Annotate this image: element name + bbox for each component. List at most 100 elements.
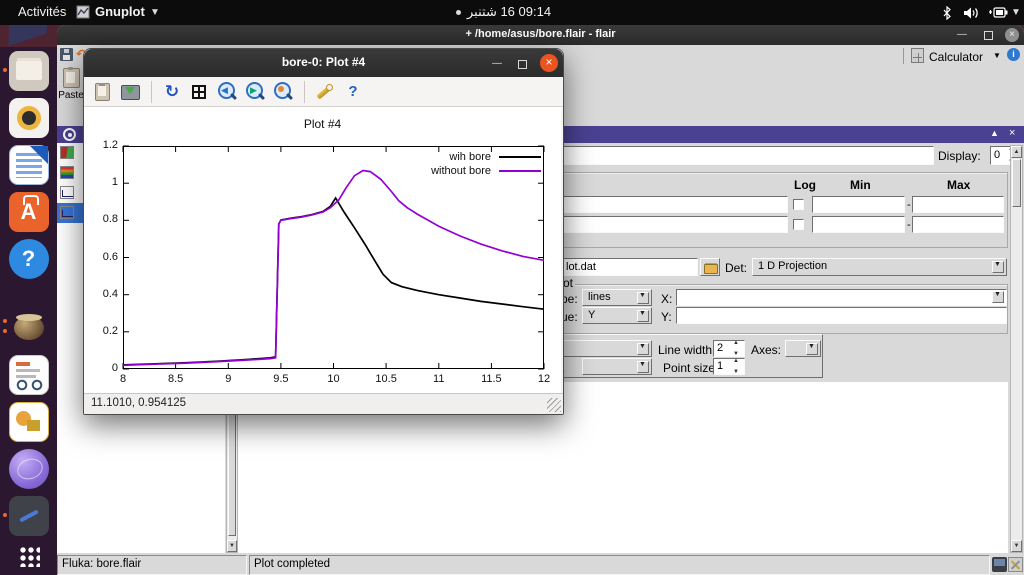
dock-item-document-viewer[interactable]: [0, 351, 57, 398]
dock-item-ubuntu-software[interactable]: [0, 188, 57, 235]
dropdown-arrow-icon: [637, 310, 649, 322]
paste-label: Paste: [58, 90, 84, 101]
log-checkbox[interactable]: [793, 219, 804, 230]
volume-icon[interactable]: [963, 6, 980, 20]
dock-item-help[interactable]: [0, 235, 57, 282]
dock-item-show-applications[interactable]: [0, 539, 57, 573]
app-menu-button[interactable]: Gnuplot: [95, 4, 145, 19]
value-dropdown[interactable]: Y: [582, 307, 652, 324]
close-icon[interactable]: [1005, 28, 1019, 42]
legend-label: without bore: [431, 165, 491, 177]
export-icon[interactable]: [119, 81, 143, 103]
desktop: + /home/asus/bore.flair - flair ↶ Calcul…: [0, 0, 1024, 575]
plot-frame: [122, 145, 545, 370]
maximize-icon[interactable]: [515, 57, 529, 71]
line-width-spinbox[interactable]: 2: [713, 340, 745, 357]
line-width-label: Line width:: [658, 343, 716, 357]
bluetooth-icon[interactable]: [942, 6, 952, 20]
y-tick-label: 0.4: [102, 287, 118, 300]
scrollbar-thumb[interactable]: [1012, 159, 1021, 207]
fluka-sphere-icon: [8, 448, 49, 489]
marker-dropdown[interactable]: [582, 358, 652, 375]
save-icon[interactable]: [60, 48, 73, 61]
close-icon[interactable]: [540, 54, 558, 72]
system-menu-chevron-icon[interactable]: ▼: [1011, 7, 1021, 18]
toolbar-separator: [151, 80, 152, 103]
clock[interactable]: 09:14 16 شتنبر: [467, 4, 551, 20]
clipboard-icon: [63, 67, 80, 88]
collapse-icon[interactable]: ▲: [990, 128, 999, 138]
flair-titlebar[interactable]: + /home/asus/bore.flair - flair: [57, 25, 1024, 45]
range-dash: -: [907, 199, 911, 211]
zoom-previous-icon[interactable]: [216, 81, 240, 103]
tools-icon[interactable]: [1008, 557, 1023, 572]
detector-value: 1 D Projection: [758, 260, 828, 272]
maximize-icon[interactable]: [981, 28, 995, 42]
activities-button[interactable]: Activités: [18, 4, 66, 19]
dropdown-arrow-icon: [992, 291, 1004, 303]
flair-window-title: + /home/asus/bore.flair - flair: [465, 28, 616, 40]
dock-item-notes[interactable]: [0, 492, 57, 539]
paste-button[interactable]: Paste: [58, 67, 84, 106]
max-entry[interactable]: [912, 196, 1004, 213]
min-entry[interactable]: [812, 216, 905, 233]
top-bar: Activités Gnuplot ▼ 09:14 16 شتنبر ▼: [0, 0, 1024, 25]
copy-icon[interactable]: [91, 81, 115, 103]
detector-dropdown[interactable]: 1 D Projection: [752, 258, 1007, 276]
dock-item-libreoffice-draw[interactable]: [0, 398, 57, 445]
curve-plot-icon: [60, 206, 74, 219]
calculator-icon[interactable]: [911, 48, 924, 63]
y-tick-label: 0.6: [102, 250, 118, 263]
y-label: Y:: [661, 310, 672, 324]
y-entry[interactable]: [676, 307, 1007, 324]
spinner-icon[interactable]: [732, 358, 743, 375]
gnuplot-titlebar[interactable]: bore-0: Plot #4: [84, 49, 563, 77]
right-scrollbar[interactable]: ▲ ▼: [1010, 145, 1023, 553]
legend-entry: without bore: [431, 165, 541, 179]
zoom-icon[interactable]: [272, 81, 296, 103]
help-icon[interactable]: [341, 81, 365, 103]
plot-title: Plot #4: [303, 117, 342, 131]
axes-dropdown[interactable]: [785, 340, 821, 357]
y-tick-label: 1: [111, 176, 118, 189]
settings-icon[interactable]: [313, 81, 337, 103]
datafile-value: lot.dat: [566, 261, 596, 273]
scroll-down-icon[interactable]: ▼: [227, 540, 237, 552]
zoom-next-icon[interactable]: [244, 81, 268, 103]
dock-item-libreoffice-writer[interactable]: [0, 141, 57, 188]
log-checkbox[interactable]: [793, 199, 804, 210]
grid-icon[interactable]: [188, 81, 212, 103]
refresh-icon[interactable]: [160, 81, 184, 103]
resize-grip[interactable]: [547, 398, 561, 412]
minimize-icon[interactable]: [490, 57, 504, 71]
info-icon[interactable]: [1007, 48, 1020, 61]
spinner-icon[interactable]: [732, 340, 743, 357]
max-entry[interactable]: [912, 216, 1004, 233]
browse-button[interactable]: [700, 258, 720, 276]
point-size-spinbox[interactable]: 1: [713, 358, 745, 375]
type-dropdown[interactable]: lines: [582, 289, 652, 306]
dropdown-arrow-icon: [637, 292, 649, 304]
flair-icon: [9, 308, 49, 348]
battery-icon[interactable]: [988, 7, 1008, 18]
terminal-icon[interactable]: [992, 557, 1007, 572]
x-combobox[interactable]: [676, 289, 1007, 306]
running-indicator: [3, 319, 7, 323]
chevron-down-icon[interactable]: ▼: [993, 51, 1001, 60]
x-tick-label: 8: [119, 373, 127, 385]
scroll-down-icon[interactable]: ▼: [1011, 540, 1022, 552]
scroll-up-icon[interactable]: ▲: [1011, 146, 1022, 158]
toolbar-separator: [903, 48, 904, 64]
section-close-icon[interactable]: ×: [1009, 127, 1015, 139]
dock-item-fluka-sphere[interactable]: [0, 445, 57, 492]
minimize-icon[interactable]: [955, 28, 969, 42]
x-tick-label: 10: [327, 373, 340, 385]
calculator-label[interactable]: Calculator: [929, 50, 983, 64]
max-column-header: Max: [947, 178, 971, 192]
plot-canvas[interactable]: Plot #4 8 8.5 9 9.5 10 10.5 11 11.5 12 0 0.2 0.4 0.…: [84, 107, 561, 393]
dock-item-flair[interactable]: [0, 304, 57, 351]
dock-item-rhythmbox[interactable]: [0, 94, 57, 141]
dock-item-files[interactable]: [0, 47, 57, 94]
min-entry[interactable]: [812, 196, 905, 213]
x-tick-label: 12: [537, 373, 551, 385]
